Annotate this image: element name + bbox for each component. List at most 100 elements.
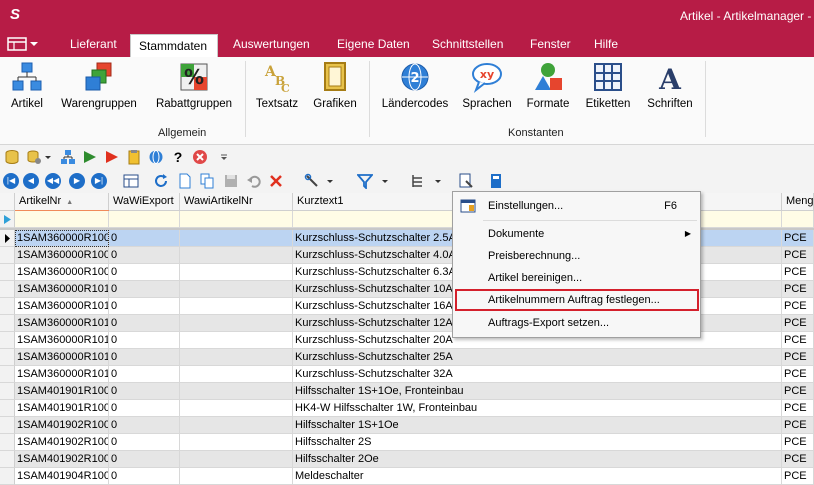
cell-wawiartikelnr[interactable] <box>180 349 293 366</box>
row-indicator[interactable] <box>0 400 15 417</box>
application-menu-button[interactable] <box>6 36 40 52</box>
cell-kurztext1[interactable]: Kurzschluss-Schutzschalter 25A <box>293 349 782 366</box>
tree-dropdown-icon[interactable] <box>434 173 442 189</box>
cell-artikelnr[interactable]: 1SAM401902R100 <box>15 417 109 434</box>
formate-button[interactable]: Formate <box>525 61 571 110</box>
cell-artikelnr[interactable]: 1SAM360000R101 <box>15 298 109 315</box>
cell-wawiartikelnr[interactable] <box>180 400 293 417</box>
cell-artikelnr[interactable]: 1SAM401902R100 <box>15 434 109 451</box>
cell-kurztext1[interactable]: Meldeschalter <box>293 468 782 485</box>
tab-lieferant[interactable]: Lieferant <box>70 37 117 51</box>
row-indicator[interactable] <box>0 417 15 434</box>
cell-wawiexport[interactable]: 0 <box>109 298 180 315</box>
rabattgruppen-button[interactable]: % Rabattgruppen <box>152 61 236 110</box>
app-logo-icon[interactable]: S <box>6 6 24 24</box>
tab-auswertungen[interactable]: Auswertungen <box>233 37 310 51</box>
table-view-icon[interactable] <box>123 173 139 189</box>
row-indicator[interactable] <box>0 264 15 281</box>
previous-record-icon[interactable]: ◀ <box>23 173 39 189</box>
cell-artikelnr[interactable]: 1SAM401904R100 <box>15 468 109 485</box>
column-header-wawiexport[interactable]: WaWiExport <box>109 193 180 211</box>
cell-wawiartikelnr[interactable] <box>180 434 293 451</box>
column-header-artikelnr[interactable]: ArtikelNr ▲ <box>15 193 109 211</box>
cell-wawiexport[interactable]: 0 <box>109 281 180 298</box>
cell-artikelnr[interactable]: 1SAM401901R100 <box>15 383 109 400</box>
globe-small-icon[interactable] <box>148 149 164 165</box>
cell-wawiartikelnr[interactable] <box>180 468 293 485</box>
cell-wawiexport[interactable]: 0 <box>109 332 180 349</box>
cell-wawiartikelnr[interactable] <box>180 383 293 400</box>
cell-kurztext1[interactable]: Hilfsschalter 1S+1Oe, Fronteinbau <box>293 383 782 400</box>
table-row[interactable]: 1SAM360000R101 0 Kurzschluss-Schutzschalte… <box>0 349 814 366</box>
tools-icon[interactable] <box>304 173 320 189</box>
column-header-menge[interactable]: Menge <box>782 193 814 211</box>
next-record-icon[interactable]: ▶ <box>69 173 85 189</box>
cell-menge[interactable]: PCE <box>782 230 814 247</box>
artikel-button[interactable]: Artikel <box>8 61 46 110</box>
textsatz-button[interactable]: A B C Textsatz <box>254 61 300 110</box>
filter-icon[interactable] <box>357 173 373 189</box>
cell-artikelnr[interactable]: 1SAM360000R101 <box>15 366 109 383</box>
cell-wawiartikelnr[interactable] <box>180 281 293 298</box>
cell-menge[interactable]: PCE <box>782 315 814 332</box>
cell-artikelnr[interactable]: 1SAM360000R101 <box>15 349 109 366</box>
book-icon[interactable] <box>488 173 504 189</box>
database-settings-icon[interactable] <box>26 149 42 165</box>
tree-view-icon[interactable] <box>410 173 426 189</box>
refresh-icon[interactable] <box>153 173 169 189</box>
cell-wawiexport[interactable]: 0 <box>109 230 180 247</box>
cell-kurztext1[interactable]: HK4-W Hilfsschalter 1W, Fronteinbau <box>293 400 782 417</box>
menu-item-artikel-bereinigen[interactable]: Artikel bereinigen... <box>454 267 699 289</box>
table-row[interactable]: 1SAM401901R100 0 Hilfsschalter 1S+1Oe, Fro… <box>0 383 814 400</box>
cell-artikelnr[interactable]: 1SAM360000R100 <box>15 230 109 247</box>
cell-wawiexport[interactable]: 0 <box>109 417 180 434</box>
laendercodes-button[interactable]: 2 Ländercodes <box>380 61 450 110</box>
row-indicator[interactable] <box>0 332 15 349</box>
tab-fenster[interactable]: Fenster <box>530 37 571 51</box>
cell-wawiexport[interactable]: 0 <box>109 264 180 281</box>
table-row[interactable]: 1SAM401902R100 0 Hilfsschalter 2Oe PCE <box>0 451 814 468</box>
cell-menge[interactable]: PCE <box>782 451 814 468</box>
cell-menge[interactable]: PCE <box>782 247 814 264</box>
database-icon[interactable] <box>4 149 20 165</box>
table-row[interactable]: 1SAM401904R100 0 Meldeschalter PCE <box>0 468 814 485</box>
column-header-wawiartikelnr[interactable]: WawiArtikelNr <box>180 193 293 211</box>
delete-icon[interactable] <box>268 173 284 189</box>
menu-item-einstellungen[interactable]: Einstellungen... F6 <box>454 195 699 217</box>
cell-menge[interactable]: PCE <box>782 400 814 417</box>
filter-dropdown-icon[interactable] <box>381 173 389 189</box>
cell-wawiartikelnr[interactable] <box>180 230 293 247</box>
cell-wawiexport[interactable]: 0 <box>109 349 180 366</box>
cell-menge[interactable]: PCE <box>782 281 814 298</box>
undo-icon[interactable] <box>246 173 262 189</box>
cell-menge[interactable]: PCE <box>782 349 814 366</box>
warengruppen-button[interactable]: Warengruppen <box>58 61 140 110</box>
tab-hilfe[interactable]: Hilfe <box>594 37 618 51</box>
row-indicator[interactable] <box>0 434 15 451</box>
cell-menge[interactable]: PCE <box>782 332 814 349</box>
cell-artikelnr[interactable]: 1SAM401902R100 <box>15 451 109 468</box>
chevron-down-icon[interactable] <box>44 149 52 165</box>
filter-cell[interactable] <box>782 211 814 228</box>
cell-wawiartikelnr[interactable] <box>180 264 293 281</box>
cell-menge[interactable]: PCE <box>782 264 814 281</box>
cell-wawiartikelnr[interactable] <box>180 417 293 434</box>
row-indicator[interactable] <box>0 349 15 366</box>
last-record-icon[interactable]: ▶| <box>91 173 107 189</box>
document-tools-icon[interactable] <box>458 173 474 189</box>
cell-wawiartikelnr[interactable] <box>180 366 293 383</box>
grafiken-button[interactable]: Grafiken <box>311 61 359 110</box>
cell-wawiexport[interactable]: 0 <box>109 468 180 485</box>
cell-artikelnr[interactable]: 1SAM401901R100 <box>15 400 109 417</box>
row-indicator[interactable] <box>0 315 15 332</box>
row-indicator[interactable] <box>0 451 15 468</box>
row-indicator[interactable] <box>0 298 15 315</box>
cell-menge[interactable]: PCE <box>782 298 814 315</box>
cell-wawiartikelnr[interactable] <box>180 247 293 264</box>
row-indicator[interactable] <box>0 281 15 298</box>
customize-toolbar-icon[interactable] <box>220 149 228 165</box>
cell-kurztext1[interactable]: Hilfsschalter 2Oe <box>293 451 782 468</box>
cell-kurztext1[interactable]: Kurzschluss-Schutzschalter 32A <box>293 366 782 383</box>
play-green-icon[interactable] <box>82 149 98 165</box>
cell-wawiartikelnr[interactable] <box>180 298 293 315</box>
